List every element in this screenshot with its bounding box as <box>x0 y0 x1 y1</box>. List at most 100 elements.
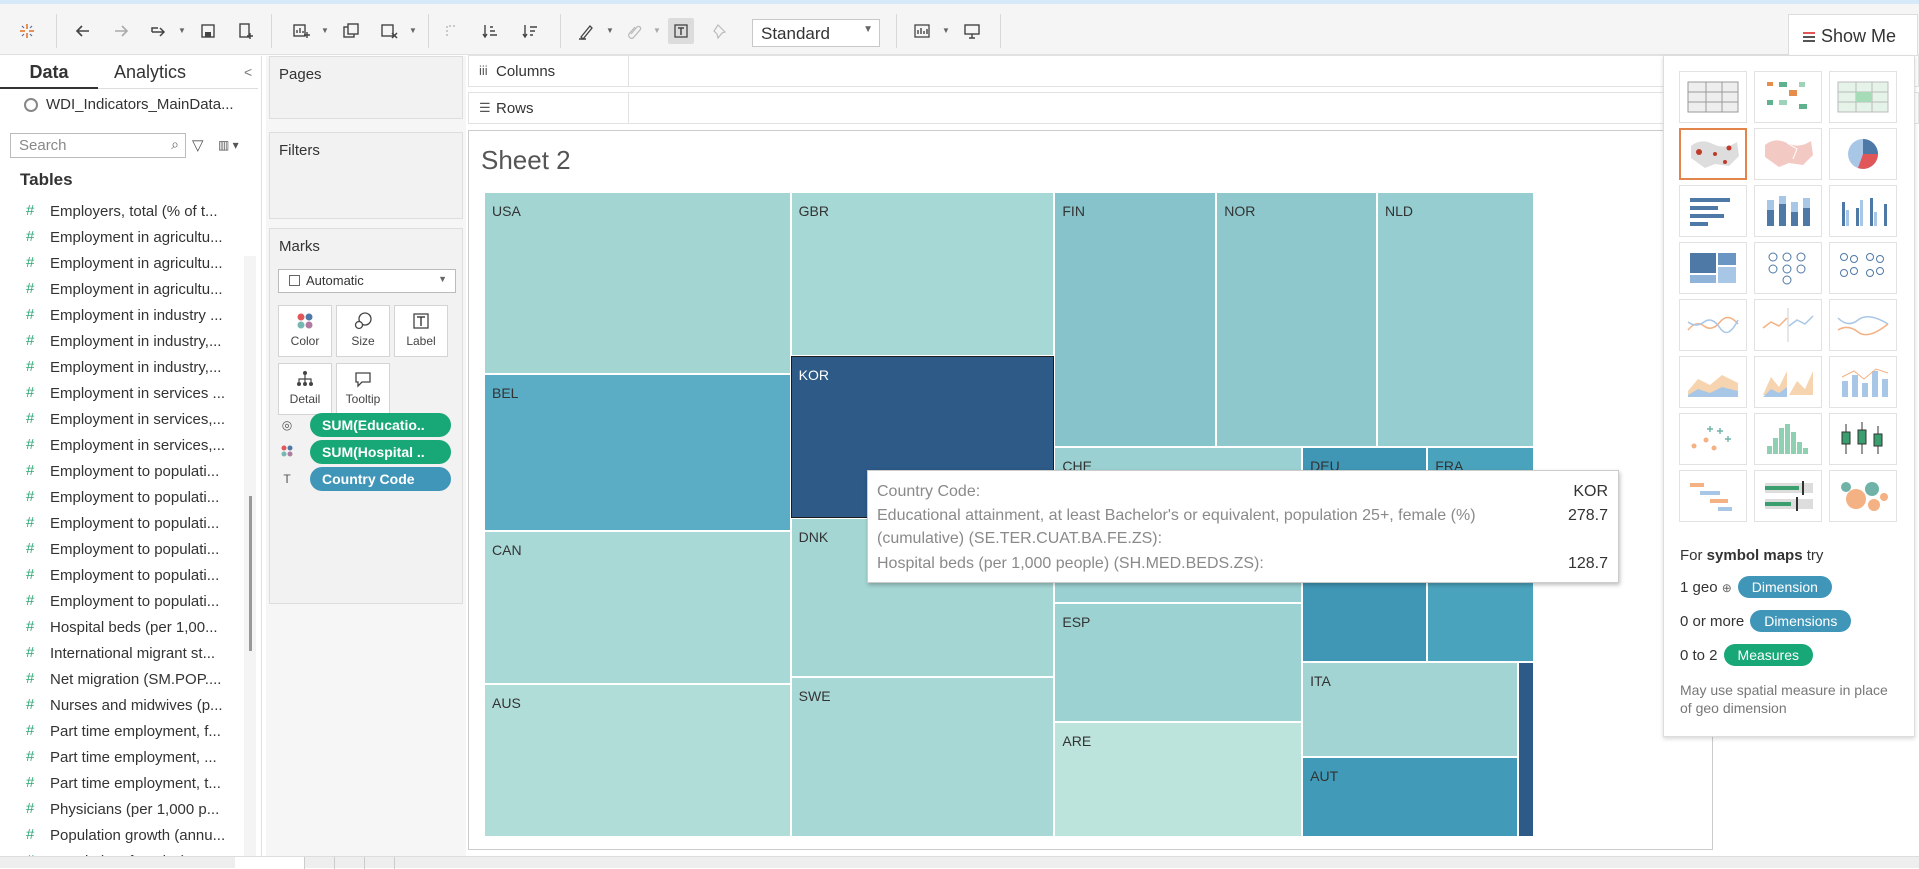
mark-type-dropdown[interactable]: Automatic ▼ <box>278 269 456 293</box>
chevron-down-icon[interactable]: ▼ <box>178 26 186 35</box>
sheet-title[interactable]: Sheet 2 <box>481 145 571 176</box>
color-button[interactable]: Color <box>278 305 332 357</box>
field-item[interactable]: # Employment in services,... <box>0 405 252 431</box>
sheet-tab[interactable] <box>365 857 395 869</box>
tableau-logo-icon[interactable] <box>14 18 40 44</box>
horizontal-bars-icon[interactable] <box>1679 185 1747 237</box>
chevron-down-icon[interactable]: ▼ <box>409 26 417 35</box>
area-discrete-icon[interactable] <box>1754 356 1822 408</box>
packed-bubbles-icon[interactable] <box>1829 470 1897 522</box>
show-mark-labels-icon[interactable] <box>668 18 694 44</box>
field-item[interactable]: # Population growth (annu... <box>0 821 252 847</box>
field-item[interactable]: # Employment in agricultu... <box>0 223 252 249</box>
pill-hospital[interactable]: SUM(Hospital .. <box>310 440 451 464</box>
treemap-cell-nor[interactable]: NOR <box>1216 192 1377 447</box>
field-item[interactable]: # Employment in industry,... <box>0 353 252 379</box>
box-whisker-icon[interactable] <box>1829 413 1897 465</box>
pill-country-code[interactable]: Country Code <box>310 467 451 491</box>
filters-card[interactable]: Filters <box>269 132 463 219</box>
clear-sheet-icon[interactable] <box>376 18 402 44</box>
chevron-down-icon[interactable]: ▼ <box>606 26 614 35</box>
symbol-map-icon[interactable] <box>1679 128 1747 180</box>
bullet-graph-icon[interactable] <box>1754 470 1822 522</box>
datasource-item[interactable]: WDI_Indicators_MainData... <box>24 96 234 113</box>
treemap-cell-usa[interactable]: USA <box>484 192 791 375</box>
treemap-cell-ita[interactable]: ITA <box>1302 661 1519 758</box>
treemap-icon[interactable] <box>1679 242 1747 294</box>
treemap-cell[interactable] <box>1518 661 1534 837</box>
area-continuous-icon[interactable] <box>1679 356 1747 408</box>
dual-combination-icon[interactable] <box>1829 356 1897 408</box>
replay-icon[interactable] <box>146 18 172 44</box>
highlight-table-icon[interactable] <box>1829 71 1897 123</box>
search-input[interactable]: Search ⌕ <box>10 133 186 158</box>
sheet-tab[interactable] <box>305 857 335 869</box>
presentation-mode-icon[interactable] <box>959 18 985 44</box>
new-datasource-icon[interactable] <box>233 18 259 44</box>
swap-rows-columns-icon[interactable] <box>439 18 465 44</box>
gantt-icon[interactable] <box>1679 470 1747 522</box>
filter-icon[interactable]: ▽ <box>192 136 204 154</box>
tab-analytics[interactable]: Analytics <box>98 56 258 89</box>
field-item[interactable]: # Employment in services,... <box>0 431 252 457</box>
size-button[interactable]: Size <box>336 305 390 357</box>
chevron-down-icon[interactable]: ▼ <box>653 26 661 35</box>
field-item[interactable]: # Part time employment, t... <box>0 769 252 795</box>
field-item[interactable]: # Employment to populati... <box>0 535 252 561</box>
pie-chart-icon[interactable] <box>1829 128 1897 180</box>
tab-data[interactable]: Data <box>0 56 98 89</box>
field-item[interactable]: # Employment in industry ... <box>0 301 252 327</box>
stacked-bars-icon[interactable] <box>1754 185 1822 237</box>
treemap-cell-fin[interactable]: FIN <box>1054 192 1217 447</box>
collapse-pane-icon[interactable]: < <box>244 64 252 80</box>
fix-axes-icon[interactable] <box>708 18 734 44</box>
field-item[interactable]: # Nurses and midwives (p... <box>0 691 252 717</box>
side-by-side-bars-icon[interactable] <box>1829 185 1897 237</box>
field-item[interactable]: # Employment in agricultu... <box>0 249 252 275</box>
treemap-cell-swe[interactable]: SWE <box>790 676 1055 837</box>
show-cards-icon[interactable] <box>909 18 935 44</box>
group-members-icon[interactable] <box>621 18 647 44</box>
heat-map-icon[interactable] <box>1754 71 1822 123</box>
treemap-cell-aus[interactable]: AUS <box>484 684 791 837</box>
lines-continuous-icon[interactable] <box>1679 299 1747 351</box>
sheet-tab[interactable] <box>335 857 365 869</box>
treemap-cell-esp[interactable]: ESP <box>1054 603 1303 722</box>
pill-education[interactable]: SUM(Educatio.. <box>310 413 451 437</box>
sheet-tab[interactable] <box>235 857 305 869</box>
field-item[interactable]: # Physicians (per 1,000 p... <box>0 795 252 821</box>
field-item[interactable]: # Part time employment, f... <box>0 717 252 743</box>
treemap-cell-gbr[interactable]: GBR <box>790 192 1055 356</box>
histogram-icon[interactable] <box>1754 413 1822 465</box>
tooltip-button[interactable]: Tooltip <box>336 363 390 415</box>
treemap-cell-can[interactable]: CAN <box>484 531 791 684</box>
treemap-cell-bel[interactable]: BEL <box>484 374 791 532</box>
new-worksheet-icon[interactable] <box>288 18 314 44</box>
highlight-icon[interactable] <box>573 18 599 44</box>
field-item[interactable]: # Employers, total (% of t... <box>0 197 252 223</box>
redo-icon[interactable] <box>108 18 134 44</box>
field-item[interactable]: # Part time employment, ... <box>0 743 252 769</box>
text-table-icon[interactable] <box>1679 71 1747 123</box>
field-item[interactable]: # Employment to populati... <box>0 457 252 483</box>
view-size-dropdown[interactable]: Standard ▼ <box>752 19 880 47</box>
circle-views-icon[interactable] <box>1754 242 1822 294</box>
field-item[interactable]: # Employment in services ... <box>0 379 252 405</box>
view-options-icon[interactable]: ▥ ▾ <box>218 138 239 152</box>
duplicate-sheet-icon[interactable] <box>338 18 364 44</box>
show-me-tab[interactable]: Show Me <box>1788 14 1918 59</box>
field-item[interactable]: # Net migration (SM.POP.... <box>0 665 252 691</box>
field-item[interactable]: # Employment to populati... <box>0 587 252 613</box>
save-icon[interactable] <box>195 18 221 44</box>
treemap-cell-aut[interactable]: AUT <box>1302 757 1519 837</box>
field-item[interactable]: # Employment to populati... <box>0 483 252 509</box>
undo-icon[interactable] <box>70 18 96 44</box>
dual-lines-icon[interactable] <box>1829 299 1897 351</box>
scatter-plot-icon[interactable] <box>1679 413 1747 465</box>
filled-map-icon[interactable] <box>1754 128 1822 180</box>
pages-card[interactable]: Pages <box>269 56 463 119</box>
field-item[interactable]: # Employment in industry,... <box>0 327 252 353</box>
treemap-cell-nld[interactable]: NLD <box>1376 192 1534 447</box>
sort-descending-icon[interactable] <box>517 18 543 44</box>
detail-button[interactable]: Detail <box>278 363 332 415</box>
